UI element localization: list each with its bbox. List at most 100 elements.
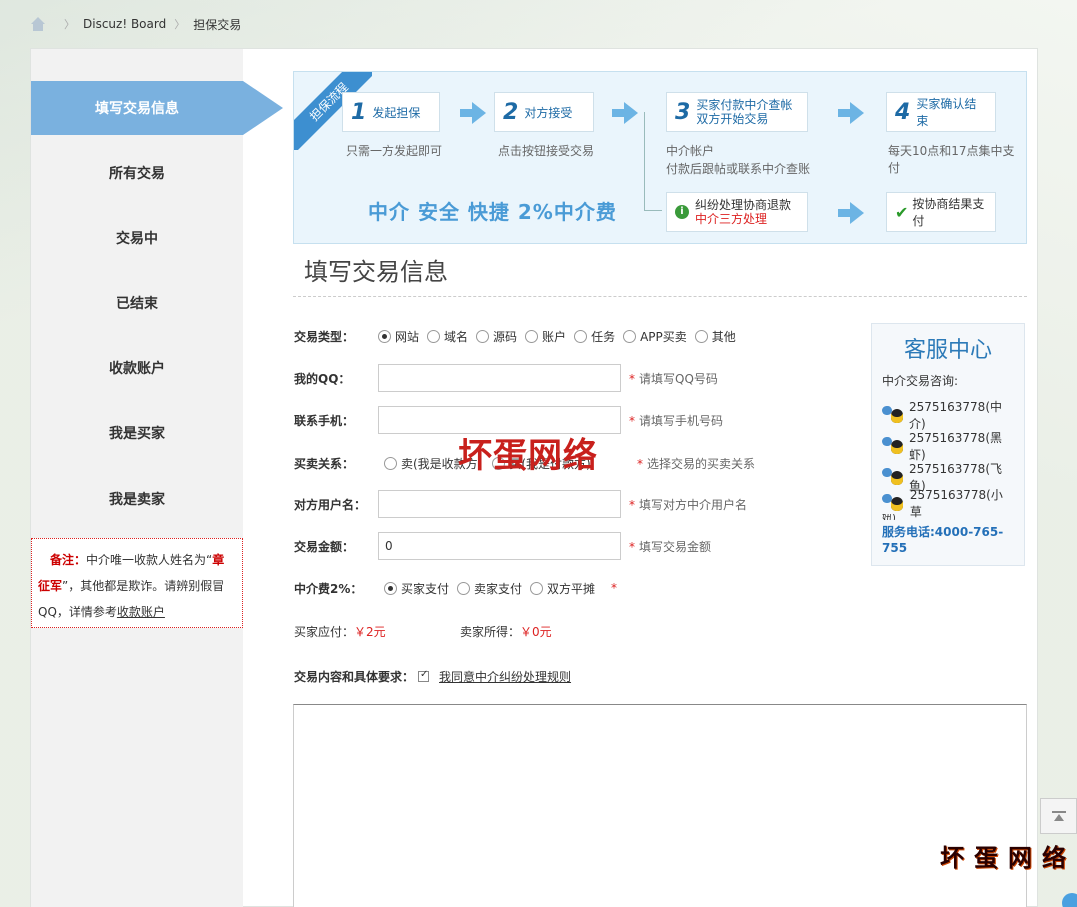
step-2: 2 对方接受 [494, 92, 594, 132]
type-option-account[interactable]: 账户 [525, 328, 566, 345]
option-label: 网站 [395, 329, 420, 344]
customer-service-box: 客服中心 中介交易咨询: 2575163778(中介) 2575163778(黑… [871, 323, 1025, 566]
step-number: 3 [675, 99, 691, 125]
warning-note: 备注：中介唯一收款人姓名为“章征军”，其他都是欺诈。请辨别假冒QQ，详情参考收款… [31, 538, 243, 628]
note-text1: 中介唯一收款人姓名为“ [86, 553, 213, 567]
floating-widget-icon[interactable] [1062, 893, 1077, 907]
support-title: 客服中心 [903, 338, 992, 363]
support-subtitle: 中介交易咨询: [882, 374, 959, 388]
fee-option-buyer[interactable]: 买家支付 [384, 580, 449, 597]
sidebar-item-fill-info[interactable]: 填写交易信息 [31, 81, 283, 135]
dispute-line1: 纠纷处理协商退款 [695, 198, 792, 212]
type-option-website[interactable]: 网站 [378, 328, 419, 345]
radio[interactable] [427, 329, 441, 343]
sidebar-item-label: 我是买家 [109, 426, 165, 442]
type-option-domain[interactable]: 域名 [427, 328, 468, 345]
home-icon[interactable] [30, 17, 46, 31]
radio[interactable] [574, 329, 588, 343]
radio[interactable] [384, 456, 397, 470]
agree-checkbox[interactable] [418, 669, 430, 682]
hint-text: 填写交易金额 [639, 539, 712, 554]
counterparty-input[interactable] [378, 490, 621, 518]
sidebar-item-buyer[interactable]: 我是买家 [31, 406, 243, 460]
radio[interactable] [530, 581, 544, 595]
qq-contact-4[interactable]: 2575163778(小草 [882, 488, 1014, 519]
content-label: 交易内容和具体要求： [294, 669, 415, 684]
hint-text: 选择交易的买卖关系 [647, 456, 756, 471]
required-star: * [629, 371, 635, 386]
radio[interactable] [476, 329, 490, 343]
step-label-line2: 双方开始交易 [696, 112, 769, 126]
radio[interactable] [384, 581, 397, 595]
qq-icon [882, 405, 905, 424]
option-label: APP买卖 [640, 329, 687, 344]
relation-label: 买卖关系： [294, 456, 355, 471]
seller-get-label: 卖家所得： [460, 624, 521, 639]
amount-label: 交易金额： [294, 539, 355, 554]
arrow-up-icon [1051, 811, 1066, 821]
option-label: 域名 [444, 329, 469, 344]
main-frame: 填写交易信息 所有交易 交易中 已结束 收款账户 我是买家 我是卖家 备注：中介… [30, 48, 1038, 907]
hint-text: 请填写QQ号码 [639, 371, 718, 386]
radio[interactable] [378, 329, 391, 343]
option-label: 买家支付 [401, 581, 450, 596]
arrow-right-icon [838, 202, 864, 224]
hint-text: 填写对方中介用户名 [639, 497, 748, 512]
sidebar-item-finished[interactable]: 已结束 [31, 276, 243, 330]
breadcrumb-current[interactable]: 担保交易 [193, 16, 241, 33]
step-label: 买家确认结束 [916, 97, 977, 128]
relation-hint: * 选择交易的买卖关系 [637, 455, 755, 472]
required-star: * [629, 539, 635, 554]
step-number: 1 [351, 99, 367, 125]
fee-option-split[interactable]: 双方平摊 [530, 580, 595, 597]
option-label: 卖家支付 [474, 581, 523, 596]
radio[interactable] [694, 329, 708, 343]
back-to-top-button[interactable] [1040, 798, 1077, 834]
chevron-right-icon: 〉 [174, 18, 186, 31]
sidebar-item-in-progress[interactable]: 交易中 [31, 211, 243, 265]
amount-row: 交易金额： * 填写交易金额 [294, 532, 711, 560]
sidebar-item-label: 我是卖家 [109, 492, 165, 508]
escrow-flow-banner: 担保流程 1 发起担保 只需一方发起即可 2 对方接受 点击按钮接受交易 3 买家付… [293, 71, 1027, 244]
contact-text: 2575163778(小草 [909, 488, 1003, 519]
type-option-source[interactable]: 源码 [476, 328, 517, 345]
step-1: 1 发起担保 [342, 92, 440, 132]
radio[interactable] [623, 329, 637, 343]
type-option-task[interactable]: 任务 [574, 328, 615, 345]
sidebar-item-accounts[interactable]: 收款账户 [31, 341, 243, 395]
qq-hint: * 请填写QQ号码 [629, 370, 718, 387]
note-link-accounts[interactable]: 收款账户 [117, 605, 165, 619]
buyer-pay-label: 买家应付： [294, 624, 355, 639]
radio[interactable] [525, 329, 539, 343]
trade-type-row: 交易类型： 网站 域名 源码 账户 任务 APP买卖 其他 [294, 326, 744, 346]
sidebar-item-seller[interactable]: 我是卖家 [31, 472, 243, 526]
fee-row: 中介费2%： 买家支付 卖家支付 双方平摊 * [294, 578, 617, 598]
qq-contact-1[interactable]: 2575163778(中介) [882, 399, 1014, 431]
amount-input[interactable] [378, 532, 621, 560]
settle-box: ✔ 按协商结果支付 [886, 192, 996, 232]
qq-label: 我的QQ： [294, 371, 351, 386]
content-textarea[interactable] [293, 704, 1027, 907]
qq-input[interactable] [378, 364, 621, 392]
arrow-right-icon [612, 102, 638, 124]
required-star: * [611, 581, 618, 595]
chevron-right-icon: 〉 [64, 18, 75, 31]
note-prefix: 备注： [50, 553, 87, 567]
radio[interactable] [457, 581, 471, 595]
info-icon: i [675, 205, 689, 219]
fee-option-seller[interactable]: 卖家支付 [457, 580, 522, 597]
step-2-sub: 点击按钮接受交易 [498, 144, 595, 158]
counterparty-label: 对方用户名： [294, 497, 367, 512]
step-3: 3 买家付款中介查帐 双方开始交易 [666, 92, 808, 132]
sidebar-item-all[interactable]: 所有交易 [31, 146, 243, 200]
sidebar-item-label: 收款账户 [109, 361, 165, 377]
watermark-center: 坏蛋网络 [458, 436, 598, 476]
breadcrumb-site[interactable]: Discuz! Board [83, 17, 166, 31]
type-option-app[interactable]: APP买卖 [623, 328, 687, 345]
step-3-sub: 中介帐户 付款后跟帖或联系中介查账 [666, 142, 810, 178]
qq-contact-2[interactable]: 2575163778(黑虾) [882, 430, 1014, 462]
step-4-sub: 每天10点和17点集中支付 [888, 144, 1015, 175]
agree-rules-link[interactable]: 我同意中介纠纷处理规则 [439, 668, 571, 685]
phone-label: 联系手机： [294, 413, 355, 428]
type-option-other[interactable]: 其他 [694, 328, 736, 345]
